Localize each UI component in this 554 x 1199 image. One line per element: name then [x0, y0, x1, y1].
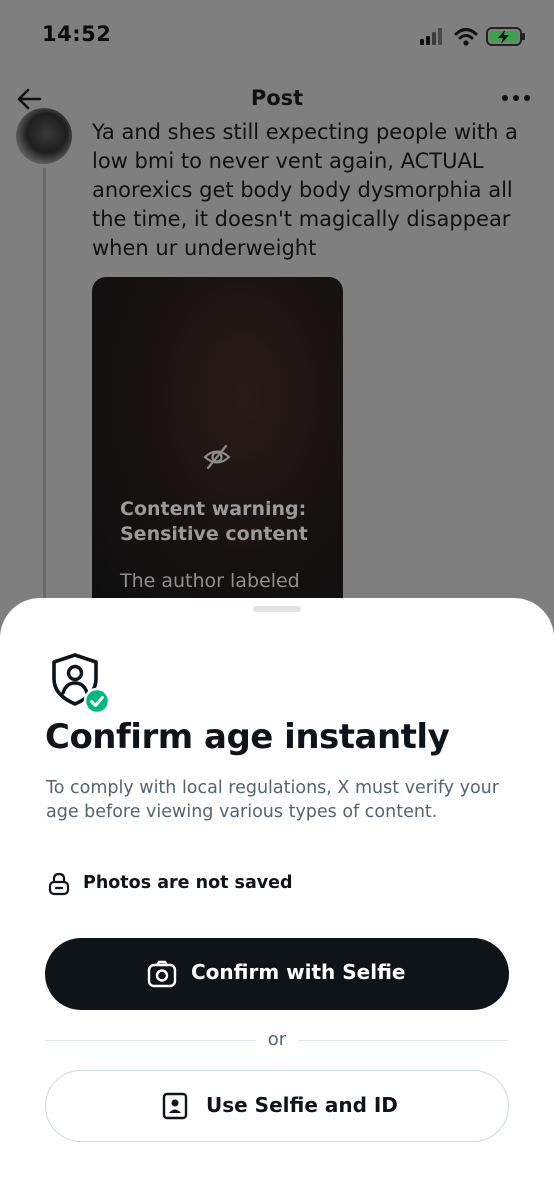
thread-line [43, 168, 46, 608]
more-horizontal-icon[interactable] [500, 86, 532, 110]
battery-charging-icon [486, 27, 525, 46]
post-text-line: anorexics get body body dysmorphia all [92, 178, 513, 202]
age-verification-sheet: Confirm age instantly To comply with loc… [0, 598, 554, 1199]
lock-icon [48, 872, 70, 896]
content-warning-title: Content warning: Sensitive content [120, 497, 330, 547]
post-text: Ya and shes still expecting people with … [92, 114, 532, 266]
eye-off-icon [203, 444, 231, 470]
divider [298, 1040, 508, 1041]
status-time: 14:52 [42, 22, 112, 46]
sheet-title: Confirm age instantly [45, 717, 450, 757]
content-warning-description: The author labeled [120, 570, 300, 592]
confirm-with-selfie-button[interactable]: Confirm with Selfie [45, 938, 509, 1010]
status-icons [420, 27, 525, 46]
wifi-icon [454, 28, 478, 46]
camera-icon [147, 960, 177, 988]
post-text-line: Ya and shes still expecting people with … [92, 120, 518, 144]
or-separator: or [267, 1029, 287, 1050]
id-card-icon [162, 1092, 188, 1120]
sheet-description: To comply with local regulations, X must… [46, 778, 499, 822]
content-warning-line: Sensitive content [120, 523, 308, 545]
use-selfie-and-id-label: Use Selfie and ID [206, 1093, 398, 1117]
post-text-line: the time, it doesn't magically disappear [92, 207, 511, 231]
content-warning-line: Content warning: [120, 498, 307, 520]
privacy-note: Photos are not saved [48, 872, 448, 896]
avatar[interactable] [16, 108, 72, 164]
use-selfie-and-id-button[interactable]: Use Selfie and ID [45, 1070, 509, 1142]
page-title: Post [250, 86, 304, 110]
signal-icon [420, 28, 442, 45]
status-bar: 14:52 [0, 0, 554, 70]
privacy-note-label: Photos are not saved [83, 873, 293, 893]
confirm-with-selfie-label: Confirm with Selfie [191, 960, 406, 984]
post-text-line: low bmi to never vent again, ACTUAL [92, 149, 484, 173]
divider [46, 1040, 256, 1041]
post-text-line: when ur underweight [92, 236, 317, 260]
shield-verified-icon [52, 653, 111, 714]
sheet-grabber[interactable] [253, 606, 301, 612]
sensitive-media-card[interactable]: Content warning: Sensitive content The a… [92, 277, 343, 617]
